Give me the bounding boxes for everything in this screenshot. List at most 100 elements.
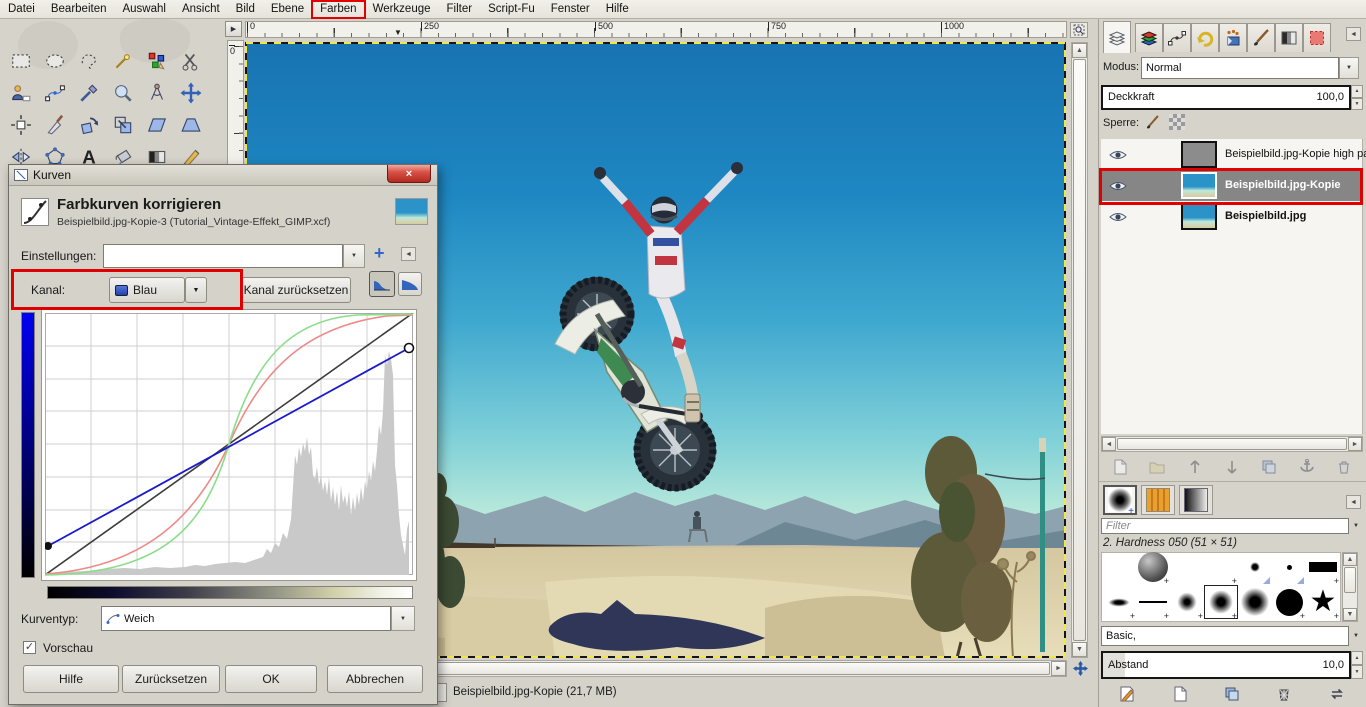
brush-dot-small[interactable] [1238,550,1272,584]
mode-dropdown-arrow[interactable]: ▼ [1339,57,1359,79]
tool-rotate[interactable] [74,111,104,139]
menu-item-bild[interactable]: Bild [228,1,263,18]
menu-item-filter[interactable]: Filter [439,1,481,18]
tool-paths[interactable] [40,79,70,107]
duplicate-layer-button[interactable] [1260,458,1278,476]
preset-options-button[interactable]: ◄ [401,247,416,261]
scroll-down-icon[interactable]: ▼ [1072,642,1087,657]
histogram-linear-toggle[interactable] [369,271,395,297]
tab-brush[interactable] [1247,23,1275,52]
brush-dot-tiny[interactable] [1272,550,1306,584]
brush-ellipse[interactable]: + [1102,585,1136,619]
menu-item-scriptfu[interactable]: Script-Fu [480,1,543,18]
tool-rect-select[interactable] [6,47,36,75]
tool-fuzzy-select[interactable] [108,47,138,75]
tool-crop[interactable] [40,111,70,139]
tab-paths[interactable] [1163,23,1191,52]
raise-layer-button[interactable] [1186,458,1204,476]
brush-item[interactable]: + [1204,550,1238,584]
tab-patterns[interactable] [1141,485,1175,515]
menu-item-bearbeiten[interactable]: Bearbeiten [43,1,115,18]
layer-row[interactable]: Beispielbild.jpg-Kopie high pas [1101,139,1363,170]
menu-item-hilfe[interactable]: Hilfe [598,1,637,18]
tab-pointer[interactable] [1219,23,1247,52]
presets-dropdown-arrow[interactable]: ▼ [343,244,365,268]
opacity-spinner[interactable]: ▲ ▼ [1351,85,1363,110]
ok-button[interactable]: OK [225,665,317,693]
curve-type-dropdown-arrow[interactable]: ▼ [391,606,415,631]
brush-dock-collapse-button[interactable]: ◄ [1346,495,1361,509]
new-brush-button[interactable] [1171,685,1189,703]
menu-item-farben[interactable]: Farben [312,1,364,18]
channel-reset-button[interactable]: Kanal zurücksetzen [241,277,351,303]
scroll-right-icon[interactable]: ► [1051,661,1066,676]
scroll-right-icon[interactable]: ► [1348,437,1362,451]
tag-dropdown-arrow[interactable]: ▼ [1349,628,1363,644]
tool-free-select[interactable] [74,47,104,75]
brush-sphere[interactable]: + [1136,550,1170,584]
reset-button[interactable]: Zurücksetzen [122,665,220,693]
tab-gradients[interactable] [1179,485,1213,515]
edit-brush-button[interactable] [1118,685,1136,703]
tool-scissors-select[interactable] [176,47,206,75]
dialog-titlebar[interactable]: Kurven × [9,165,437,186]
brush-scrollbar[interactable]: ▲ ▼ [1342,552,1358,622]
tool-perspective[interactable] [176,111,206,139]
tool-ellipse-select[interactable] [40,47,70,75]
mode-select[interactable]: Normal [1141,57,1339,79]
menu-item-ansicht[interactable]: Ansicht [174,1,228,18]
layer-list-scrollbar[interactable]: ◄ ► [1101,436,1363,452]
anchor-button[interactable] [1298,458,1316,476]
cancel-button[interactable]: Abbrechen [327,665,423,693]
curve-point-high[interactable] [405,344,414,353]
delete-brush-button[interactable] [1275,685,1293,703]
curves-plot[interactable] [45,313,419,583]
tool-foreground-select[interactable] [6,79,36,107]
scroll-thumb[interactable] [1344,567,1356,593]
new-layer-button[interactable] [1111,458,1129,476]
tab-channels[interactable] [1135,23,1163,52]
tool-shear[interactable] [142,111,172,139]
layer-thumbnail[interactable] [1181,141,1217,168]
histogram-log-toggle[interactable] [398,272,422,296]
spacing-slider[interactable]: Abstand 10,0 [1101,651,1351,679]
new-group-button[interactable] [1148,458,1166,476]
tool-select-by-color[interactable] [142,47,172,75]
navigation-button[interactable] [1071,660,1089,677]
scroll-up-icon[interactable]: ▲ [1343,553,1357,566]
menu-item-fenster[interactable]: Fenster [543,1,598,18]
canvas-menu-button[interactable]: ▶ [225,21,242,37]
brush-filter-input[interactable]: Filter [1101,518,1349,534]
spin-down-icon[interactable]: ▼ [1351,98,1363,111]
tool-color-picker[interactable] [74,79,104,107]
menu-item-ebene[interactable]: Ebene [263,1,312,18]
tab-undo-history[interactable] [1191,23,1219,52]
tool-alignment[interactable] [6,111,36,139]
brush-fuzzy-small[interactable]: + [1170,585,1204,619]
brush-fuzzy-big[interactable] [1238,585,1272,619]
lock-pixels-icon[interactable] [1145,114,1161,130]
visibility-eye-icon[interactable] [1109,211,1127,223]
scroll-down-icon[interactable]: ▼ [1343,608,1357,621]
horizontal-ruler[interactable]: ▼ 02505007501000 [245,21,1067,38]
spin-up-icon[interactable]: ▲ [1351,85,1363,98]
layer-row[interactable]: Beispielbild.jpg [1101,201,1363,232]
visibility-eye-icon[interactable] [1109,149,1127,161]
brush-circle-solid[interactable]: + [1272,585,1306,619]
scroll-up-icon[interactable]: ▲ [1072,43,1087,58]
presets-combo[interactable] [103,244,343,268]
lock-alpha-icon[interactable] [1169,114,1185,130]
scroll-thumb[interactable] [1117,438,1347,450]
refresh-brushes-button[interactable] [1328,685,1346,703]
curve-point-low[interactable] [45,542,52,550]
duplicate-brush-button[interactable] [1223,685,1241,703]
menu-item-datei[interactable]: Datei [0,1,43,18]
menu-item-auswahl[interactable]: Auswahl [114,1,173,18]
opacity-slider[interactable]: Deckkraft 100,0 [1101,85,1351,110]
filter-dropdown-arrow[interactable]: ▼ [1349,518,1363,534]
brush-tag-select[interactable]: Basic, [1101,626,1349,646]
scroll-left-icon[interactable]: ◄ [1102,437,1116,451]
brush-hardness-050-selected[interactable]: + [1204,585,1238,619]
vertical-scrollbar[interactable]: ▲ ▼ [1071,42,1088,658]
spacing-spinner[interactable]: ▲ ▼ [1351,651,1363,679]
